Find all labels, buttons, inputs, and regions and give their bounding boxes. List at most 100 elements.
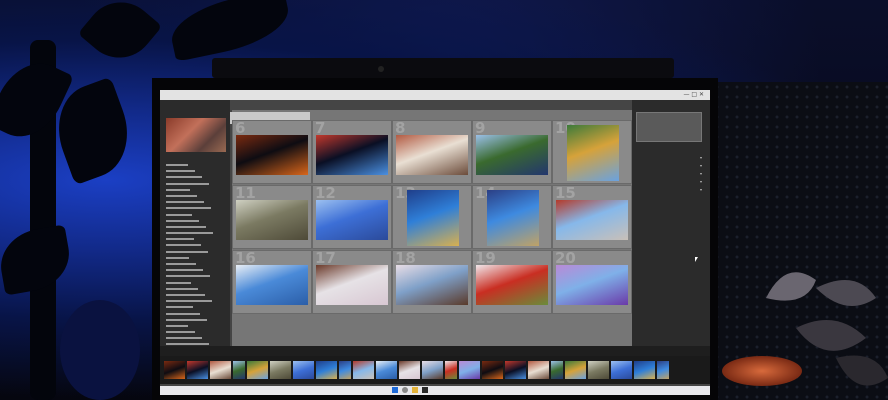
filmstrip-thumbnail[interactable] (376, 361, 397, 379)
grid-cell[interactable]: 7 (312, 119, 392, 184)
folder-label (166, 337, 202, 340)
filmstrip-thumbnail[interactable] (270, 361, 291, 379)
lightroom-taskbar-icon[interactable] (422, 387, 428, 393)
window-controls[interactable]: — □ ✕ (683, 91, 704, 98)
grid-cell[interactable]: 18 (392, 249, 472, 314)
panel-row[interactable]: ▾ (632, 170, 710, 178)
filmstrip-thumbnail[interactable] (551, 361, 563, 379)
folder-label (166, 232, 213, 235)
grid-cell[interactable]: 17 (312, 249, 392, 314)
filmstrip-thumbnail[interactable] (316, 361, 337, 379)
grid-cell[interactable]: 9 (472, 119, 552, 184)
grid-cell[interactable]: 8 (392, 119, 472, 184)
plant-leaf (60, 300, 140, 400)
grid-cell[interactable]: 6 (232, 119, 312, 184)
filmstrip-thumbnail[interactable] (505, 361, 526, 379)
filmstrip (160, 356, 710, 384)
grid-cell[interactable]: 11 (232, 184, 312, 249)
grid-cell[interactable]: 14 (472, 184, 552, 249)
windows-start-icon[interactable] (392, 387, 398, 393)
panel-row[interactable]: ▾ (632, 178, 710, 186)
folder-label (166, 263, 196, 265)
photo-thumbnail[interactable] (476, 135, 548, 175)
panel-row[interactable]: ▾ (632, 154, 710, 162)
folder-label (166, 293, 205, 296)
filmstrip-thumbnail[interactable] (247, 361, 268, 379)
webcam (212, 58, 674, 78)
folder-label (166, 275, 210, 278)
folder-label (166, 244, 201, 247)
grid-cell[interactable]: 10 (552, 119, 632, 184)
title-bar: — □ ✕ (160, 90, 710, 100)
filmstrip-thumbnail[interactable] (164, 361, 185, 379)
photo-thumbnail[interactable] (396, 135, 468, 175)
filmstrip-thumbnail[interactable] (210, 361, 231, 379)
filmstrip-thumbnail[interactable] (422, 361, 443, 379)
photo-thumbnail[interactable] (407, 190, 459, 246)
photo-thumbnail[interactable] (236, 265, 308, 305)
filmstrip-thumbnail[interactable] (445, 361, 457, 379)
folder-label (166, 300, 212, 303)
folder-label (166, 312, 200, 315)
filmstrip-thumbnail[interactable] (233, 361, 245, 379)
folder-label (166, 219, 199, 222)
folder-label (166, 182, 209, 185)
folder-label (166, 269, 203, 272)
filmstrip-thumbnail[interactable] (588, 361, 609, 379)
filmstrip-thumbnail[interactable] (293, 361, 314, 379)
folder-label (166, 164, 188, 166)
photo-thumbnail[interactable] (567, 125, 619, 181)
grid-cell[interactable]: 13 (392, 184, 472, 249)
folder-label (166, 176, 202, 179)
photo-thumbnail[interactable] (396, 265, 468, 305)
folder-label (166, 331, 195, 334)
filmstrip-thumbnail[interactable] (339, 361, 351, 379)
folder-tree (166, 162, 228, 348)
filmstrip-thumbnail[interactable] (528, 361, 549, 379)
photo-thumbnail[interactable] (316, 200, 388, 240)
photo-thumbnail[interactable] (316, 135, 388, 175)
navigator-preview[interactable] (166, 118, 226, 152)
grid-cell[interactable]: 16 (232, 249, 312, 314)
photo-thumbnail[interactable] (487, 190, 539, 246)
photo-thumbnail[interactable] (236, 135, 308, 175)
folder-label (166, 318, 207, 321)
filmstrip-thumbnail[interactable] (611, 361, 632, 379)
monitor-screen: — □ ✕ ▾ ▾ ▾ ▾ ▾ 6 7 8 9 10 11 12 13 14 15 16 17 18 19… (160, 90, 710, 395)
histogram (636, 112, 702, 142)
filmstrip-thumbnail[interactable] (565, 361, 586, 379)
folder-label (166, 188, 190, 191)
panel-row[interactable]: ▾ (632, 162, 710, 170)
folder-label (166, 256, 189, 259)
folder-label (166, 306, 193, 309)
folder-label (166, 207, 211, 210)
folder-label (166, 213, 192, 216)
folder-icon[interactable] (412, 387, 418, 393)
folder-label (166, 281, 191, 284)
folder-label (166, 170, 195, 173)
bottom-toolbar (160, 346, 710, 356)
photo-thumbnail[interactable] (476, 265, 548, 305)
hand (722, 356, 802, 386)
filmstrip-thumbnail[interactable] (657, 361, 669, 379)
filmstrip-thumbnail[interactable] (399, 361, 420, 379)
photo-thumbnail[interactable] (316, 265, 388, 305)
filmstrip-thumbnail[interactable] (459, 361, 480, 379)
folder-label (166, 250, 208, 253)
grid-cell[interactable]: 20 (552, 249, 632, 314)
search-icon[interactable] (402, 387, 408, 393)
filmstrip-thumbnail[interactable] (353, 361, 374, 379)
grid-cell[interactable]: 12 (312, 184, 392, 249)
grid-cell[interactable]: 19 (472, 249, 552, 314)
photo-thumbnail[interactable] (236, 200, 308, 240)
folder-label (166, 194, 197, 197)
grid-cell[interactable]: 15 (552, 184, 632, 249)
filmstrip-thumbnail[interactable] (187, 361, 208, 379)
folder-label (166, 225, 206, 228)
photo-thumbnail[interactable] (556, 200, 628, 240)
photo-thumbnail[interactable] (556, 265, 628, 305)
panel-row[interactable]: ▾ (632, 186, 710, 194)
filmstrip-thumbnail[interactable] (634, 361, 655, 379)
taskbar (160, 386, 710, 395)
filmstrip-thumbnail[interactable] (482, 361, 503, 379)
